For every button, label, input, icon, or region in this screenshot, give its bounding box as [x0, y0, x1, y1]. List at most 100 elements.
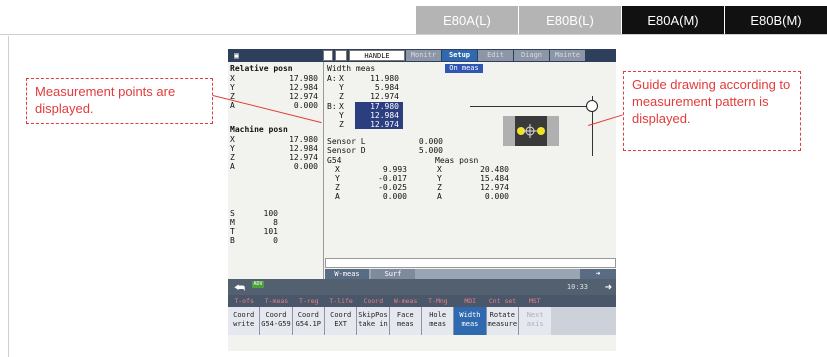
sensor-l-label: Sensor L — [327, 137, 366, 146]
center-crosshair-icon — [523, 124, 537, 138]
sensor-l-value[interactable]: 0.000 — [405, 137, 443, 146]
point-b-label: B: — [327, 102, 337, 111]
g54-axis: Y — [335, 174, 340, 183]
screen-topbar: ▣ HANDLE Monitr Setup Edit Diagn Mainte — [228, 49, 616, 62]
menu-button-coord-g54-g59[interactable]: Coord G54-G59 — [260, 307, 293, 335]
tab-setup[interactable]: Setup — [442, 50, 477, 61]
relative-row: Z 12.974 — [230, 92, 318, 101]
point-b-x[interactable]: 17.980 — [355, 102, 403, 111]
menu-button-row: Coord write Coord G54-G59 Coord G54.1P Coor… — [228, 307, 616, 335]
menu-category[interactable]: MST — [519, 295, 551, 307]
model-tab-e80b-l[interactable]: E80B(L) — [519, 6, 621, 34]
spindle-row: M8 — [230, 218, 278, 227]
menu-button-coord-write[interactable]: Coord write — [228, 307, 261, 335]
menu-category[interactable]: Cnt set — [486, 295, 518, 307]
spindle-row: B0 — [230, 236, 278, 245]
tab-diagn[interactable]: Diagn — [514, 50, 549, 61]
meas-posn-axis: X — [437, 165, 442, 174]
subtab-w-meas[interactable]: W-meas — [325, 269, 369, 279]
tab-edit[interactable]: Edit — [478, 50, 513, 61]
sensor-d-label: Sensor D — [327, 146, 366, 155]
guide-drawing — [470, 96, 598, 156]
status-badge: ADV — [252, 281, 264, 288]
back-arrow-icon[interactable]: ⮪ — [234, 282, 245, 294]
g54-value: -0.025 — [378, 183, 407, 192]
callout-measurement-points: Measurement points are displayed. — [26, 78, 213, 124]
g54-value: 0.000 — [382, 192, 407, 201]
forward-arrow-icon[interactable]: ➜ — [605, 281, 612, 293]
machine-row: A 0.000 — [230, 162, 318, 171]
meas-posn-value: 20.480 — [480, 165, 509, 174]
g54-axis: Z — [335, 183, 340, 192]
menu-button-next-axis[interactable]: Next axis — [518, 307, 552, 335]
meas-posn-value: 12.974 — [480, 183, 509, 192]
input-line[interactable] — [325, 258, 616, 268]
axis-label: Z — [339, 120, 344, 129]
mode-indicator-box — [323, 50, 333, 61]
axis-label: Z — [339, 92, 344, 101]
mode-indicator-box — [335, 50, 347, 61]
g54-axis: X — [335, 165, 340, 174]
meas-posn-axis: A — [437, 192, 442, 201]
meas-posn-value: 15.484 — [480, 174, 509, 183]
meas-posn-value: 0.000 — [484, 192, 509, 201]
point-a-z[interactable]: 12.974 — [355, 92, 399, 101]
menu-category[interactable]: Coord — [357, 295, 389, 307]
menu-button-face-meas[interactable]: Face meas — [389, 307, 422, 335]
point-a-x[interactable]: 11.980 — [355, 74, 399, 83]
menu-button-rotate-measure[interactable]: Rotate measure — [486, 307, 519, 335]
menu-button-hole-meas[interactable]: Hole meas — [421, 307, 455, 335]
point-b-y[interactable]: 12.984 — [355, 111, 403, 120]
menu-category[interactable]: W-meas — [389, 295, 421, 307]
axis-label: X — [339, 74, 344, 83]
operation-mode: HANDLE — [349, 50, 405, 61]
tab-divider — [0, 34, 827, 35]
screen-tabs: Monitr Setup Edit Diagn Mainte — [406, 50, 586, 61]
cnc-screen: ▣ HANDLE Monitr Setup Edit Diagn Mainte … — [228, 49, 616, 351]
axis-label: Y — [339, 83, 344, 92]
axis-label: Y — [339, 111, 344, 120]
menu-button-coord-g54-1p[interactable]: Coord G54.1P — [292, 307, 325, 335]
point-a-label: A: — [327, 74, 337, 83]
menu-category[interactable]: T-meas — [260, 295, 292, 307]
g54-title: G54 — [327, 156, 342, 165]
menu-category[interactable]: T-life — [325, 295, 357, 307]
model-tab-e80a-m[interactable]: E80A(M) — [622, 6, 724, 34]
model-tab-e80b-m[interactable]: E80B(M) — [725, 6, 827, 34]
menu-category[interactable]: MDI — [454, 295, 486, 307]
width-meas-title: Width meas — [327, 64, 376, 73]
sensor-d-value[interactable]: 5.000 — [405, 146, 443, 155]
machine-row: X 17.980 — [230, 135, 318, 144]
model-tabs: E80A(L) E80B(L) E80A(M) E80B(M) — [415, 6, 827, 34]
menu-button-skippos-take-in[interactable]: SkipPos take in — [357, 307, 390, 335]
meas-posn-title: Meas posn — [435, 156, 479, 165]
point-a-y[interactable]: 5.984 — [355, 83, 399, 92]
machine-posn-title: Machine posn — [230, 125, 288, 134]
guide-horizontal-line — [470, 106, 598, 107]
g54-value: 9.993 — [382, 165, 407, 174]
spindle-row: S 100 — [230, 209, 278, 218]
screen-logo-icon: ▣ — [234, 51, 239, 60]
relative-row: X 17.980 — [230, 74, 318, 83]
tab-monitor[interactable]: Monitr — [406, 50, 441, 61]
menu-category[interactable]: T-ofs — [228, 295, 260, 307]
clock: 10:33 — [566, 283, 588, 291]
probe-icon — [586, 100, 598, 112]
meas-posn-axis: Y — [437, 174, 442, 183]
menu-button-width-meas[interactable]: Width meas — [454, 307, 487, 335]
subtab-surf[interactable]: Surf — [371, 269, 415, 279]
subtabs: W-meas Surf — [325, 269, 417, 279]
relative-posn-title: Relative posn — [230, 64, 293, 73]
callout-guide-drawing: Guide drawing according to measurement p… — [623, 71, 801, 151]
status-bar: ⮪ ADV 10:33 ➜ — [228, 279, 616, 295]
tab-mainte[interactable]: Mainte — [550, 50, 585, 61]
menu-button-coord-ext[interactable]: Coord EXT — [324, 307, 358, 335]
point-b-z[interactable]: 12.974 — [355, 120, 403, 129]
menu-category[interactable]: T-Mng — [422, 295, 454, 307]
model-tab-e80a-l[interactable]: E80A(L) — [416, 6, 518, 34]
on-meas-status: On meas — [445, 64, 483, 73]
measure-point-b-icon — [537, 127, 545, 135]
machine-row: Y 12.984 — [230, 144, 318, 153]
menu-category[interactable]: T-reg — [293, 295, 325, 307]
subtab-next-arrow-icon[interactable]: ➜ — [580, 269, 616, 279]
